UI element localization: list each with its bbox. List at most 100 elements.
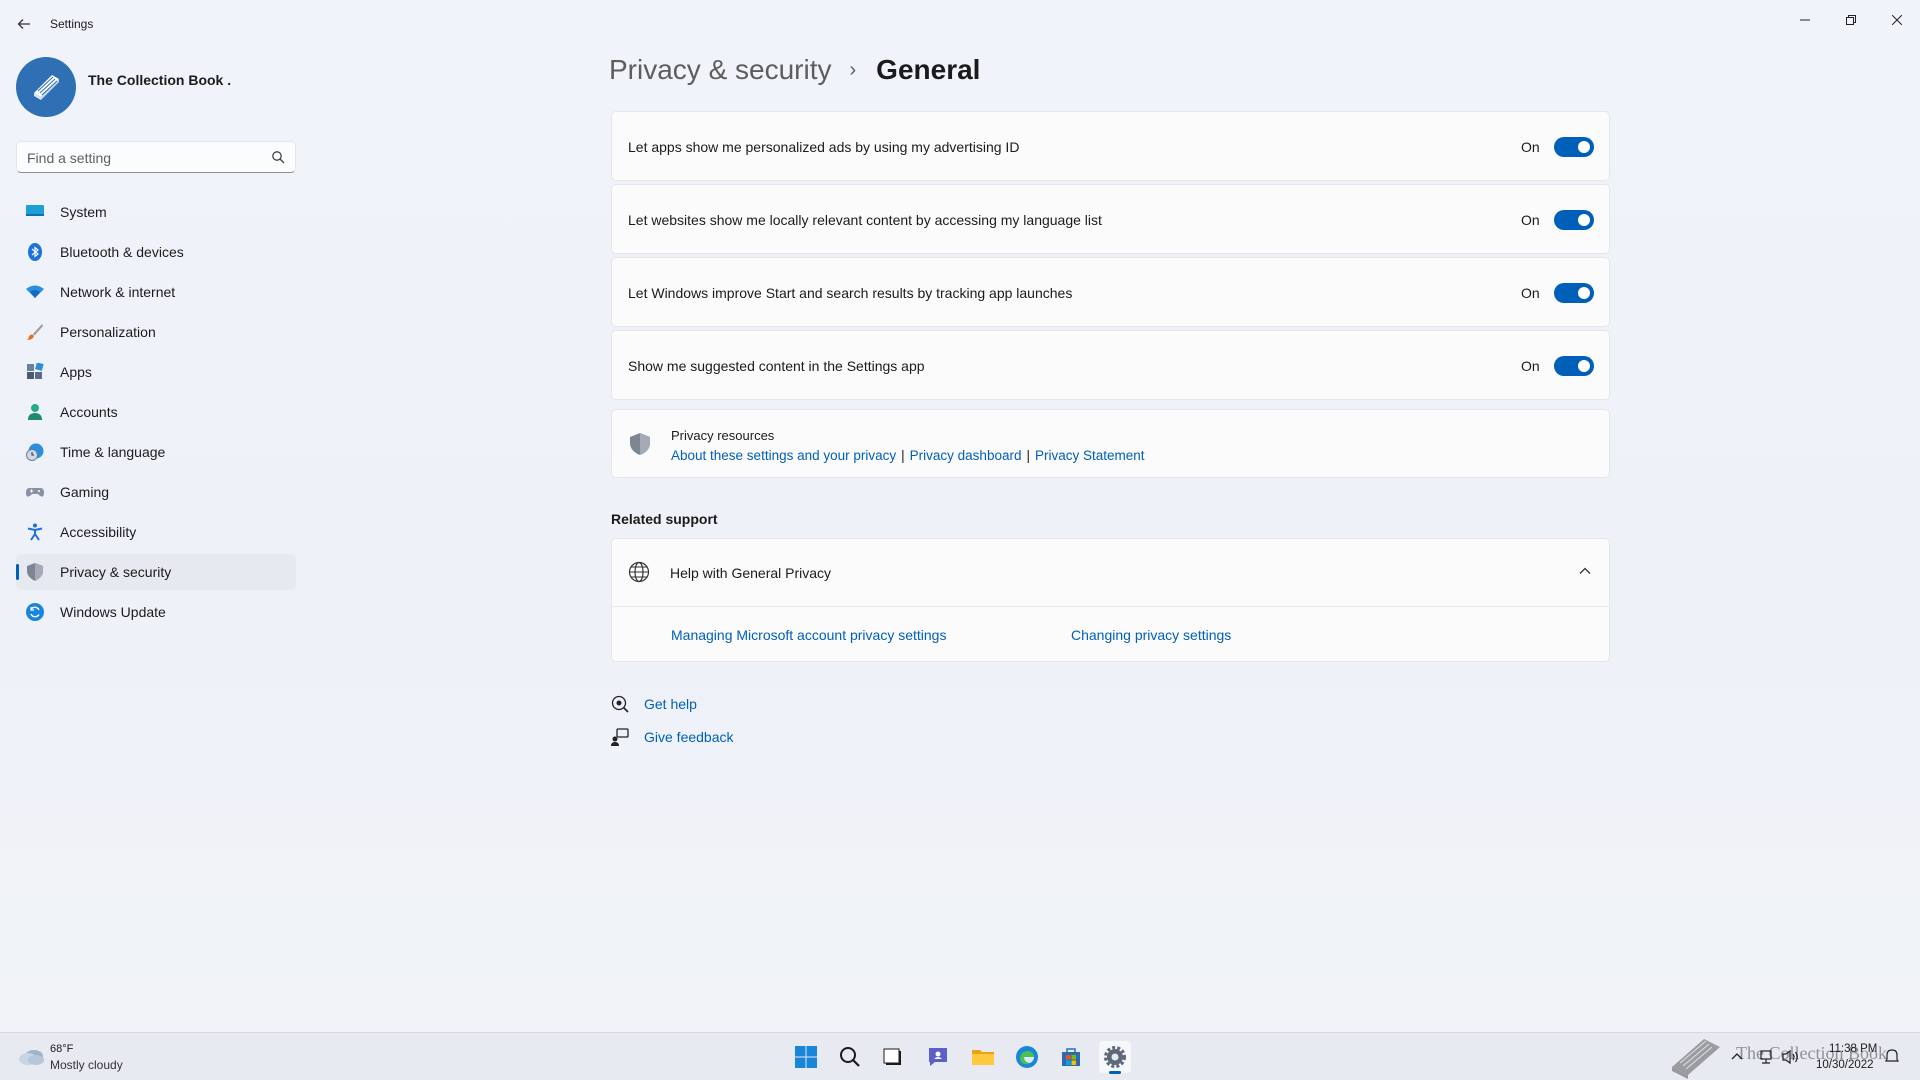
link-separator: | <box>1026 448 1030 463</box>
task-view-button[interactable] <box>877 1041 909 1073</box>
help-expander-header[interactable]: Help with General Privacy <box>612 539 1609 607</box>
sidebar-item-label: Accounts <box>60 404 118 420</box>
app-launches-toggle[interactable] <box>1554 283 1594 303</box>
gamepad-icon <box>26 488 44 497</box>
sidebar-item-privacy-security[interactable]: Privacy & security <box>16 554 296 590</box>
store-icon <box>1062 1048 1080 1066</box>
book-logo-icon <box>1672 1039 1720 1079</box>
clock-globe-icon <box>26 443 44 461</box>
minimize-button[interactable] <box>1782 4 1828 36</box>
breadcrumb-chevron-icon: › <box>849 58 857 81</box>
give-feedback-link[interactable]: Give feedback <box>611 728 734 746</box>
monitor-icon <box>26 205 44 216</box>
link-separator: | <box>901 448 905 463</box>
search-box[interactable] <box>16 141 296 173</box>
weather-description[interactable]: Mostly cloudy <box>50 1058 123 1072</box>
privacy-dashboard-link[interactable]: Privacy dashboard <box>910 448 1022 463</box>
toggle-state-label: On <box>1521 212 1540 228</box>
weather-temperature[interactable]: 68°F <box>50 1043 73 1055</box>
sidebar-item-personalization[interactable]: Personalization <box>16 314 296 350</box>
sidebar-item-label: System <box>60 204 107 220</box>
search-icon[interactable] <box>271 150 285 164</box>
toggle-state-label: On <box>1521 139 1540 155</box>
privacy-resources-title: Privacy resources <box>671 428 775 443</box>
privacy-resources-links: About these settings and your privacy | Pr… <box>671 448 1145 463</box>
related-support-heading: Related support <box>611 511 718 527</box>
privacy-statement-link[interactable]: Privacy Statement <box>1035 448 1145 463</box>
chevron-up-icon[interactable] <box>1730 1050 1744 1064</box>
sidebar-item-label: Time & language <box>60 444 166 460</box>
update-icon <box>26 603 44 621</box>
sidebar-item-label: Network & internet <box>60 284 176 300</box>
sidebar-item-accounts[interactable]: Accounts <box>16 394 296 430</box>
get-help-label[interactable]: Get help <box>644 696 697 712</box>
chevron-up-icon[interactable] <box>1577 563 1593 579</box>
get-help-link[interactable]: Get help <box>611 695 697 713</box>
close-button[interactable] <box>1874 4 1920 36</box>
active-app-indicator <box>1109 1071 1121 1074</box>
microsoft-store-button[interactable] <box>1055 1041 1087 1073</box>
app-title: Settings <box>50 17 94 31</box>
edge-icon <box>1016 1046 1038 1068</box>
feedback-icon <box>611 728 629 746</box>
book-logo-icon <box>34 75 59 100</box>
sidebar-item-label: Personalization <box>60 324 156 340</box>
shield-icon <box>630 433 650 455</box>
network-icon[interactable] <box>1758 1049 1774 1065</box>
setting-card-app-launches: Let Windows improve Start and search res… <box>611 257 1610 327</box>
toggle-knob <box>1578 287 1590 299</box>
sidebar-item-bluetooth[interactable]: Bluetooth & devices <box>16 234 296 270</box>
start-button[interactable] <box>790 1041 822 1073</box>
sidebar-item-accessibility[interactable]: Accessibility <box>16 514 296 550</box>
search-input[interactable] <box>27 148 257 168</box>
language-list-toggle[interactable] <box>1554 210 1594 230</box>
volume-icon[interactable] <box>1782 1049 1800 1065</box>
toggle-knob <box>1578 214 1590 226</box>
sidebar-item-apps[interactable]: Apps <box>16 354 296 390</box>
setting-label: Let apps show me personalized ads by usi… <box>628 139 1020 155</box>
about-settings-link[interactable]: About these settings and your privacy <box>671 448 896 463</box>
back-button[interactable] <box>12 12 36 36</box>
sidebar-item-label: Privacy & security <box>60 564 172 580</box>
clock-date[interactable]: 10/30/2022 <box>1816 1059 1874 1071</box>
breadcrumb: Privacy & security › General <box>609 54 980 86</box>
sidebar-item-label: Gaming <box>60 484 110 500</box>
restore-icon <box>1846 15 1856 25</box>
breadcrumb-parent[interactable]: Privacy & security <box>609 54 832 86</box>
edge-browser-button[interactable] <box>1011 1041 1043 1073</box>
toggle-state-label: On <box>1521 285 1540 301</box>
settings-taskbar-button[interactable] <box>1099 1041 1131 1074</box>
managing-account-privacy-link[interactable]: Managing Microsoft account privacy setti… <box>671 627 946 643</box>
taskbar-search-button[interactable] <box>834 1041 866 1073</box>
paintbrush-icon <box>27 324 43 340</box>
setting-card-suggested-content: Show me suggested content in the Setting… <box>611 330 1610 400</box>
avatar[interactable] <box>16 57 76 117</box>
give-feedback-label[interactable]: Give feedback <box>644 729 734 745</box>
setting-label: Let Windows improve Start and search res… <box>628 285 1073 301</box>
sidebar-item-time-language[interactable]: Time & language <box>16 434 296 470</box>
sidebar-item-label: Apps <box>60 364 92 380</box>
toggle-knob <box>1578 360 1590 372</box>
file-explorer-button[interactable] <box>967 1041 999 1073</box>
title-bar: Settings <box>0 0 1920 48</box>
sidebar-item-system[interactable]: System <box>16 194 296 230</box>
windows-logo-icon <box>795 1046 817 1068</box>
notification-icon[interactable] <box>1884 1048 1900 1064</box>
sidebar-item-windows-update[interactable]: Windows Update <box>16 594 296 630</box>
chat-button[interactable] <box>922 1041 954 1073</box>
setting-card-language-list: Let websites show me locally relevant co… <box>611 184 1610 254</box>
cloudy-weather-icon[interactable] <box>18 1043 46 1069</box>
advertising-id-toggle[interactable] <box>1554 137 1594 157</box>
minimize-icon <box>1800 19 1810 21</box>
suggested-content-toggle[interactable] <box>1554 356 1594 376</box>
clock-time[interactable]: 11:38 PM <box>1829 1043 1877 1055</box>
settings-window: Settings The Collection Book . System <box>0 0 1920 1032</box>
privacy-resources-card: Privacy resources About these settings a… <box>611 409 1610 478</box>
help-title: Help with General Privacy <box>670 565 832 581</box>
changing-privacy-settings-link[interactable]: Changing privacy settings <box>1071 627 1231 643</box>
sidebar-item-gaming[interactable]: Gaming <box>16 474 296 510</box>
folder-icon <box>972 1050 994 1065</box>
back-arrow-icon <box>17 19 30 29</box>
restore-button[interactable] <box>1828 4 1874 36</box>
sidebar-item-network[interactable]: Network & internet <box>16 274 296 310</box>
